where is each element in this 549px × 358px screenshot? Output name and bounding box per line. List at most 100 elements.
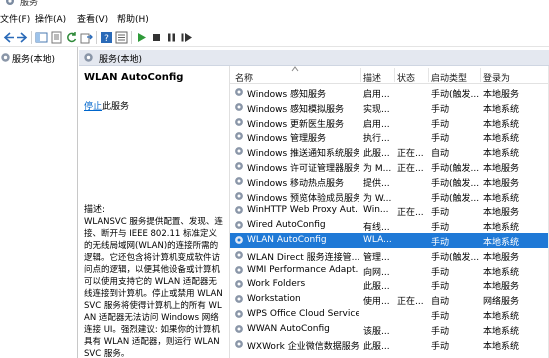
table-row[interactable]: Windows 预览体验成员服务为 W... 手动(触发... 本地系统 — [230, 189, 549, 204]
table-row[interactable]: Windows 感知服务 启用... 手动(触发... 本地服务 — [230, 85, 549, 100]
service-startup-type-cell: 手动(触发... — [431, 90, 480, 100]
table-row[interactable]: Windows 推送通知系统服务 此服... 正在... 自动 本地系统 — [230, 144, 549, 159]
column-header-description[interactable]: 描述 — [363, 71, 381, 84]
pause-icon[interactable] — [165, 31, 178, 44]
table-row[interactable]: Windows 管理服务 执行... 手动 本地系统 — [230, 129, 549, 144]
gear-icon — [235, 206, 243, 215]
table-row[interactable]: Windows 更新医生服务 启用... 手动 本地系统 — [230, 115, 549, 130]
service-log-on-as-cell: 本地系统 — [483, 134, 520, 145]
service-details-panel: WLAN AutoConfig 停止此服务 描述: WLANSVC 服务提供配置… — [80, 66, 226, 358]
menu-help[interactable]: 帮助(H) — [117, 12, 149, 25]
table-row[interactable]: WLAN Direct 服务连接管... 管理... 手动(触发... 本地服务 — [230, 248, 549, 263]
toolbar-separator — [96, 31, 97, 44]
service-startup-type-cell: 手动 — [431, 312, 450, 322]
table-row[interactable]: WXWork 企业微信数据服务 此服... 手动 本地系统 — [230, 337, 549, 352]
service-status-cell: 正在... — [397, 208, 424, 219]
service-log-on-as-cell: 本地系统 — [483, 104, 520, 115]
service-description-cell: 实现... — [363, 104, 390, 115]
start-icon[interactable] — [135, 31, 148, 44]
table-row[interactable]: WWAN AutoConfig 该服... 手动 本地系统 — [230, 322, 549, 337]
service-log-on-as-cell: 本地服务 — [483, 178, 520, 189]
back-icon[interactable] — [2, 31, 15, 44]
table-row[interactable]: Windows 移动热点服务 提供... 手动(触发... 本地服务 — [230, 174, 549, 189]
service-startup-type-cell: 自动 — [431, 297, 450, 308]
column-header-status[interactable]: 状态 — [397, 71, 415, 84]
service-startup-type-cell: 手动(触发... — [431, 178, 480, 189]
column-header-startup-type[interactable]: 启动类型 — [431, 71, 467, 84]
service-log-on-as-cell: 本地系统 — [483, 312, 520, 322]
stop-icon[interactable] — [150, 31, 163, 44]
service-log-on-as-cell: 本地系统 — [483, 119, 520, 130]
service-name-cell: Windows 管理服务 — [247, 134, 327, 145]
service-name-cell: Windows 感知模拟服务 — [247, 104, 345, 115]
view-icon[interactable] — [115, 31, 128, 44]
service-startup-type-cell: 手动 — [431, 282, 450, 293]
services-table: 名称 描述 状态 启动类型 登录为 Windows 感知服务 启用... 手动(触发… — [229, 66, 549, 358]
gear-icon — [235, 176, 243, 185]
stop-service-row: 停止此服务 — [84, 99, 129, 112]
services-panel-header: 服务(本地) — [79, 50, 549, 66]
gear-icon — [235, 102, 243, 111]
table-row[interactable]: WPS Office Cloud Service 手动 本地系统 — [230, 307, 549, 322]
service-startup-type-cell: 手动(触发... — [431, 252, 480, 263]
service-log-on-as-cell: 本地系统 — [483, 238, 520, 248]
table-row[interactable]: WMI Performance Adapt... 向网... 手动 本地系统 — [230, 263, 549, 278]
table-row[interactable]: Windows 感知模拟服务 实现... 手动 本地系统 — [230, 100, 549, 115]
forward-icon[interactable] — [16, 31, 29, 44]
column-divider[interactable] — [428, 68, 429, 82]
column-divider[interactable] — [360, 68, 361, 82]
column-header-name[interactable]: 名称 — [235, 71, 253, 84]
gear-icon — [235, 339, 243, 348]
gear-icon — [235, 132, 243, 141]
table-row[interactable]: Wired AutoConfig 有线... 手动 本地系统 — [230, 218, 549, 233]
table-row[interactable]: Windows 许可证管理器服务为 M... 正在... 手动(触发... 本地服务 — [230, 159, 549, 174]
service-description-cell: 该服... — [363, 326, 390, 337]
service-name-cell: Windows 预览体验成员服务 — [247, 193, 359, 204]
service-startup-type-cell: 手动 — [431, 104, 450, 115]
menu-action[interactable]: 操作(A) — [35, 12, 66, 25]
service-name-cell: Windows 移动热点服务 — [247, 178, 345, 189]
export-icon[interactable] — [80, 31, 93, 44]
column-divider[interactable] — [394, 68, 395, 82]
gear-icon — [235, 236, 243, 244]
restart-icon[interactable] — [180, 31, 193, 44]
table-row[interactable]: Work Folders 此服... 手动 本地服务 — [230, 277, 549, 292]
service-startup-type-cell: 手动(触发... — [431, 164, 480, 174]
gear-icon — [235, 221, 243, 230]
help-icon[interactable]: ? — [100, 31, 113, 44]
refresh-icon[interactable] — [65, 31, 78, 44]
service-log-on-as-cell: 本地系统 — [483, 223, 520, 234]
window-title: 服务 — [20, 0, 39, 8]
service-startup-type-cell: 手动 — [431, 134, 450, 145]
menu-view[interactable]: 查看(V) — [77, 12, 108, 25]
service-description-cell: 向网... — [363, 267, 390, 278]
tree-item-services-local[interactable]: 服务(本地) — [0, 51, 74, 65]
table-row[interactable]: WLAN AutoConfig WLA... 手动 本地系统 — [230, 233, 549, 248]
column-header-log-on-as[interactable]: 登录为 — [483, 71, 510, 84]
service-description-cell: 有线... — [363, 223, 390, 234]
svg-text:?: ? — [104, 34, 109, 44]
menu-file[interactable]: 文件(F) — [0, 12, 30, 25]
service-status-cell: 正在... — [397, 149, 424, 160]
gear-icon — [235, 295, 243, 304]
service-startup-type-cell: 手动 — [431, 223, 450, 234]
stop-service-link[interactable]: 停止 — [84, 102, 102, 112]
service-log-on-as-cell: 本地服务 — [483, 282, 520, 293]
service-startup-type-cell: 手动 — [431, 119, 450, 130]
console-tree-icon[interactable] — [35, 31, 48, 44]
properties-icon[interactable] — [50, 31, 63, 44]
toolbar-separator — [131, 31, 132, 44]
gear-icon — [235, 324, 243, 333]
gear-icon — [1, 53, 10, 62]
service-status-cell: 正在... — [397, 297, 424, 308]
console-tree: 服务(本地) — [0, 47, 78, 358]
gear-icon — [235, 265, 243, 274]
service-startup-type-cell: 手动 — [431, 341, 450, 352]
service-description-cell: 此服... — [363, 341, 390, 352]
service-startup-type-cell: 手动 — [431, 208, 450, 219]
table-row[interactable]: Workstation 使用... 正在... 自动 网络服务 — [230, 292, 549, 307]
service-log-on-as-cell: 本地系统 — [483, 341, 520, 352]
table-row[interactable]: WinHTTP Web Proxy Aut... Win... 正在... 手动 本地服… — [230, 203, 549, 218]
description-label: 描述: — [84, 205, 106, 215]
column-divider[interactable] — [480, 68, 481, 82]
